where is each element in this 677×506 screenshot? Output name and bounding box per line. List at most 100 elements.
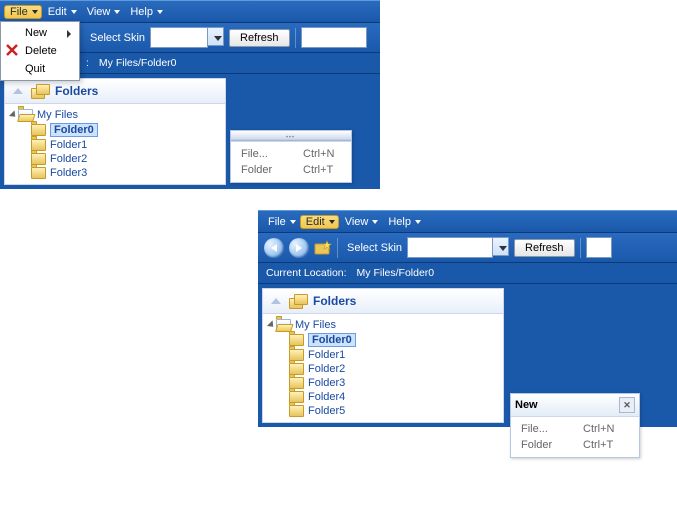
skin-combobox[interactable]: [407, 237, 509, 258]
arrow-right-icon: [296, 244, 302, 252]
file-dropdown-delete[interactable]: Delete: [3, 42, 77, 60]
floatmenu-rows: File... Ctrl+N Folder Ctrl+T: [511, 417, 639, 457]
skin-dropdown-button[interactable]: [493, 237, 509, 256]
arrow-left-icon: [271, 244, 277, 252]
folders-panel-title: Folders: [55, 84, 98, 98]
delete-x-icon: [6, 44, 20, 58]
extra-input[interactable]: [586, 237, 612, 258]
menu-view[interactable]: View: [339, 215, 383, 229]
skin-combobox[interactable]: [150, 27, 224, 48]
tree-item-label: Folder3: [308, 377, 345, 389]
toolbar-separator: [337, 238, 338, 258]
toolbar-separator: [580, 238, 581, 258]
tree-item[interactable]: Folder1: [7, 138, 223, 152]
file-dropdown-new[interactable]: New: [3, 24, 77, 42]
floatmenu-row-shortcut: Ctrl+N: [583, 423, 614, 435]
floatmenu-title: New: [515, 399, 538, 411]
tree-item[interactable]: Folder2: [7, 152, 223, 166]
tree-root[interactable]: My Files: [265, 318, 501, 332]
location-path: My Files/Folder0: [357, 267, 435, 279]
caret-down-icon: [415, 220, 421, 224]
menu-view[interactable]: View: [81, 5, 125, 19]
tree-item-label: Folder1: [308, 349, 345, 361]
floatmenu-rows: File...Ctrl+N FolderCtrl+T: [231, 142, 351, 182]
folder-icon: [31, 124, 46, 136]
select-skin-label: Select Skin: [90, 32, 145, 44]
refresh-button[interactable]: Refresh: [229, 29, 290, 47]
tree-item[interactable]: Folder3: [7, 166, 223, 180]
tree-item[interactable]: Folder2: [265, 362, 501, 376]
floatmenu-drag-handle[interactable]: [231, 131, 351, 142]
floatmenu-row[interactable]: File... Ctrl+N: [517, 421, 633, 437]
menu-view-label: View: [345, 216, 369, 228]
twisty-expanded-icon[interactable]: [9, 110, 18, 119]
floatmenu-row[interactable]: File...Ctrl+N: [237, 146, 345, 162]
menu-view-label: View: [87, 6, 111, 18]
tree-item[interactable]: Folder1: [265, 348, 501, 362]
floatmenu-row-label: Folder: [521, 439, 567, 451]
caret-down-icon: [372, 220, 378, 224]
tree-item-label: Folder2: [308, 363, 345, 375]
star-folder-icon: [314, 239, 332, 257]
menu-file[interactable]: File: [4, 5, 42, 19]
folder-icon: [289, 334, 304, 346]
tree-item[interactable]: Folder5: [265, 404, 501, 418]
menu-file-label: File: [268, 216, 286, 228]
tree-item-label: Folder0: [308, 333, 356, 347]
tree-root[interactable]: My Files: [7, 108, 223, 122]
favorites-button[interactable]: [314, 239, 332, 257]
folders-panel-header: Folders: [263, 289, 503, 314]
tree-item[interactable]: Folder4: [265, 390, 501, 404]
floatmenu-row[interactable]: FolderCtrl+T: [237, 162, 345, 178]
floatmenu-row-label: File...: [241, 148, 287, 160]
skin-input[interactable]: [407, 237, 493, 258]
floatmenu-row[interactable]: Folder Ctrl+T: [517, 437, 633, 453]
tree-root-label: My Files: [295, 319, 336, 331]
twisty-expanded-icon[interactable]: [267, 320, 276, 329]
skin-input[interactable]: [150, 27, 208, 48]
extra-input[interactable]: [301, 27, 367, 48]
menu-edit[interactable]: Edit: [42, 5, 81, 19]
menu-edit-label: Edit: [306, 216, 325, 228]
folder-open-icon: [276, 319, 291, 331]
folders-icon: [289, 293, 309, 309]
new-submenu-top: File...Ctrl+N FolderCtrl+T: [230, 130, 352, 183]
location-bar: Current Location: My Files/Folder0: [258, 263, 677, 284]
collapse-triangle-icon[interactable]: [13, 88, 23, 94]
menu-help[interactable]: Help: [124, 5, 167, 19]
tree-item[interactable]: Folder3: [265, 376, 501, 390]
collapse-triangle-icon[interactable]: [271, 298, 281, 304]
folders-panel: Folders My Files Folder0 Folder1 Folder2…: [262, 288, 504, 423]
refresh-button[interactable]: Refresh: [514, 239, 575, 257]
nav-back-button[interactable]: [264, 238, 284, 258]
submenu-arrow-icon: [67, 30, 71, 38]
floatmenu-row-shortcut: Ctrl+T: [583, 439, 613, 451]
folder-icon: [289, 405, 304, 417]
nav-forward-button[interactable]: [289, 238, 309, 258]
menu-file[interactable]: File: [262, 215, 300, 229]
file-dropdown-quit[interactable]: Quit: [3, 60, 77, 78]
menu-help-label: Help: [130, 6, 153, 18]
tree-item-label: Folder2: [50, 153, 87, 165]
tree-item-label: Folder1: [50, 139, 87, 151]
skin-dropdown-button[interactable]: [208, 27, 224, 46]
tree-item[interactable]: Folder0: [265, 332, 501, 348]
menu-edit[interactable]: Edit: [300, 215, 339, 229]
caret-down-icon: [329, 220, 335, 224]
floatmenu-titlebar[interactable]: New: [511, 394, 639, 417]
toolbar: Select Skin Refresh: [258, 233, 677, 263]
new-submenu-bottom: New File... Ctrl+N Folder Ctrl+T: [510, 393, 640, 458]
folders-icon: [31, 83, 51, 99]
caret-down-icon: [32, 10, 38, 14]
caret-down-icon: [214, 36, 222, 41]
folders-tree: My Files Folder0 Folder1 Folder2 Folder3: [5, 104, 225, 184]
tree-item-label: Folder0: [50, 123, 98, 137]
tree-item[interactable]: Folder0: [7, 122, 223, 138]
menubar: File Edit View Help New Delete Quit: [0, 0, 380, 23]
menu-help[interactable]: Help: [382, 215, 425, 229]
tree-item-label: Folder3: [50, 167, 87, 179]
caret-down-icon: [499, 246, 507, 251]
floatmenu-row-label: File...: [521, 423, 567, 435]
floatmenu-close-button[interactable]: [619, 397, 635, 413]
toolbar-separator: [295, 28, 296, 48]
